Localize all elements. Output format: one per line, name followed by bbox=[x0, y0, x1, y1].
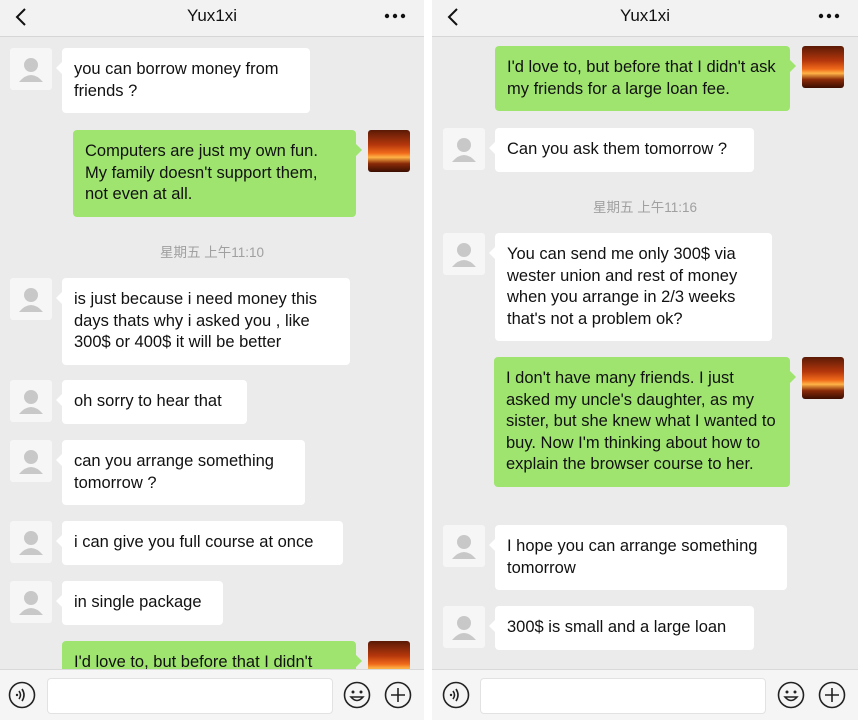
contact-avatar[interactable] bbox=[10, 581, 52, 623]
message-input[interactable] bbox=[47, 678, 333, 714]
incoming-message[interactable]: 300$ is small and a large loan bbox=[489, 606, 754, 650]
contact-avatar[interactable] bbox=[10, 380, 52, 422]
outgoing-message[interactable]: Computers are just my own fun. My family… bbox=[73, 130, 362, 217]
outgoing-message[interactable]: I'd love to, but before that I didn't bbox=[62, 641, 362, 670]
default-avatar-icon bbox=[19, 450, 43, 474]
incoming-message[interactable]: in single package bbox=[56, 581, 223, 625]
chat-screen-left: Yux1xi you can borrow money from friends… bbox=[0, 0, 424, 720]
my-avatar[interactable] bbox=[802, 46, 844, 88]
message-input[interactable] bbox=[480, 678, 766, 714]
timestamp: 星期五 上午11:10 bbox=[159, 245, 265, 260]
chat-header: Yux1xi bbox=[432, 0, 858, 37]
chat-title: Yux1xi bbox=[186, 6, 238, 25]
default-avatar-icon bbox=[19, 531, 43, 555]
incoming-message[interactable]: I hope you can arrange something tomorro… bbox=[489, 525, 787, 590]
default-avatar-icon bbox=[19, 288, 43, 312]
voice-icon[interactable] bbox=[8, 681, 36, 709]
timestamp: 星期五 上午11:16 bbox=[592, 200, 698, 215]
more-icon[interactable] bbox=[384, 13, 406, 19]
incoming-message[interactable]: Can you ask them tomorrow ? bbox=[489, 128, 754, 172]
incoming-message[interactable]: can you arrange something tomorrow ? bbox=[56, 440, 305, 505]
emoji-icon[interactable] bbox=[343, 681, 371, 709]
chat-title: Yux1xi bbox=[619, 6, 671, 25]
default-avatar-icon bbox=[452, 243, 476, 267]
contact-avatar[interactable] bbox=[443, 128, 485, 170]
plus-icon[interactable] bbox=[818, 681, 846, 709]
default-avatar-icon bbox=[452, 138, 476, 162]
contact-avatar[interactable] bbox=[443, 233, 485, 275]
contact-avatar[interactable] bbox=[10, 278, 52, 320]
default-avatar-icon bbox=[19, 390, 43, 414]
more-icon[interactable] bbox=[818, 13, 840, 19]
my-avatar[interactable] bbox=[368, 130, 410, 172]
default-avatar-icon bbox=[452, 535, 476, 559]
contact-avatar[interactable] bbox=[10, 48, 52, 90]
contact-avatar[interactable] bbox=[443, 525, 485, 567]
emoji-icon[interactable] bbox=[777, 681, 805, 709]
my-avatar[interactable] bbox=[368, 641, 410, 670]
plus-icon[interactable] bbox=[384, 681, 412, 709]
message-list[interactable]: I'd love to, but before that I didn't as… bbox=[432, 37, 858, 670]
incoming-message[interactable]: is just because i need money this days t… bbox=[56, 278, 350, 365]
incoming-message[interactable]: oh sorry to hear that bbox=[56, 380, 247, 424]
outgoing-message[interactable]: I'd love to, but before that I didn't as… bbox=[495, 46, 796, 111]
incoming-message[interactable]: you can borrow money from friends ? bbox=[56, 48, 310, 113]
default-avatar-icon bbox=[19, 591, 43, 615]
input-bar bbox=[0, 669, 424, 720]
contact-avatar[interactable] bbox=[10, 521, 52, 563]
default-avatar-icon bbox=[452, 616, 476, 640]
incoming-message[interactable]: i can give you full course at once bbox=[56, 521, 343, 565]
chat-header: Yux1xi bbox=[0, 0, 424, 37]
voice-icon[interactable] bbox=[442, 681, 470, 709]
my-avatar[interactable] bbox=[802, 357, 844, 399]
chat-screen-right: Yux1xi I'd love to, but before that I di… bbox=[432, 0, 858, 720]
contact-avatar[interactable] bbox=[10, 440, 52, 482]
contact-avatar[interactable] bbox=[443, 606, 485, 648]
input-bar bbox=[432, 669, 858, 720]
incoming-message[interactable]: You can send me only 300$ via wester uni… bbox=[489, 233, 772, 341]
outgoing-message[interactable]: I don't have many friends. I just asked … bbox=[494, 357, 796, 487]
message-list[interactable]: you can borrow money from friends ? Comp… bbox=[0, 37, 424, 670]
default-avatar-icon bbox=[19, 58, 43, 82]
